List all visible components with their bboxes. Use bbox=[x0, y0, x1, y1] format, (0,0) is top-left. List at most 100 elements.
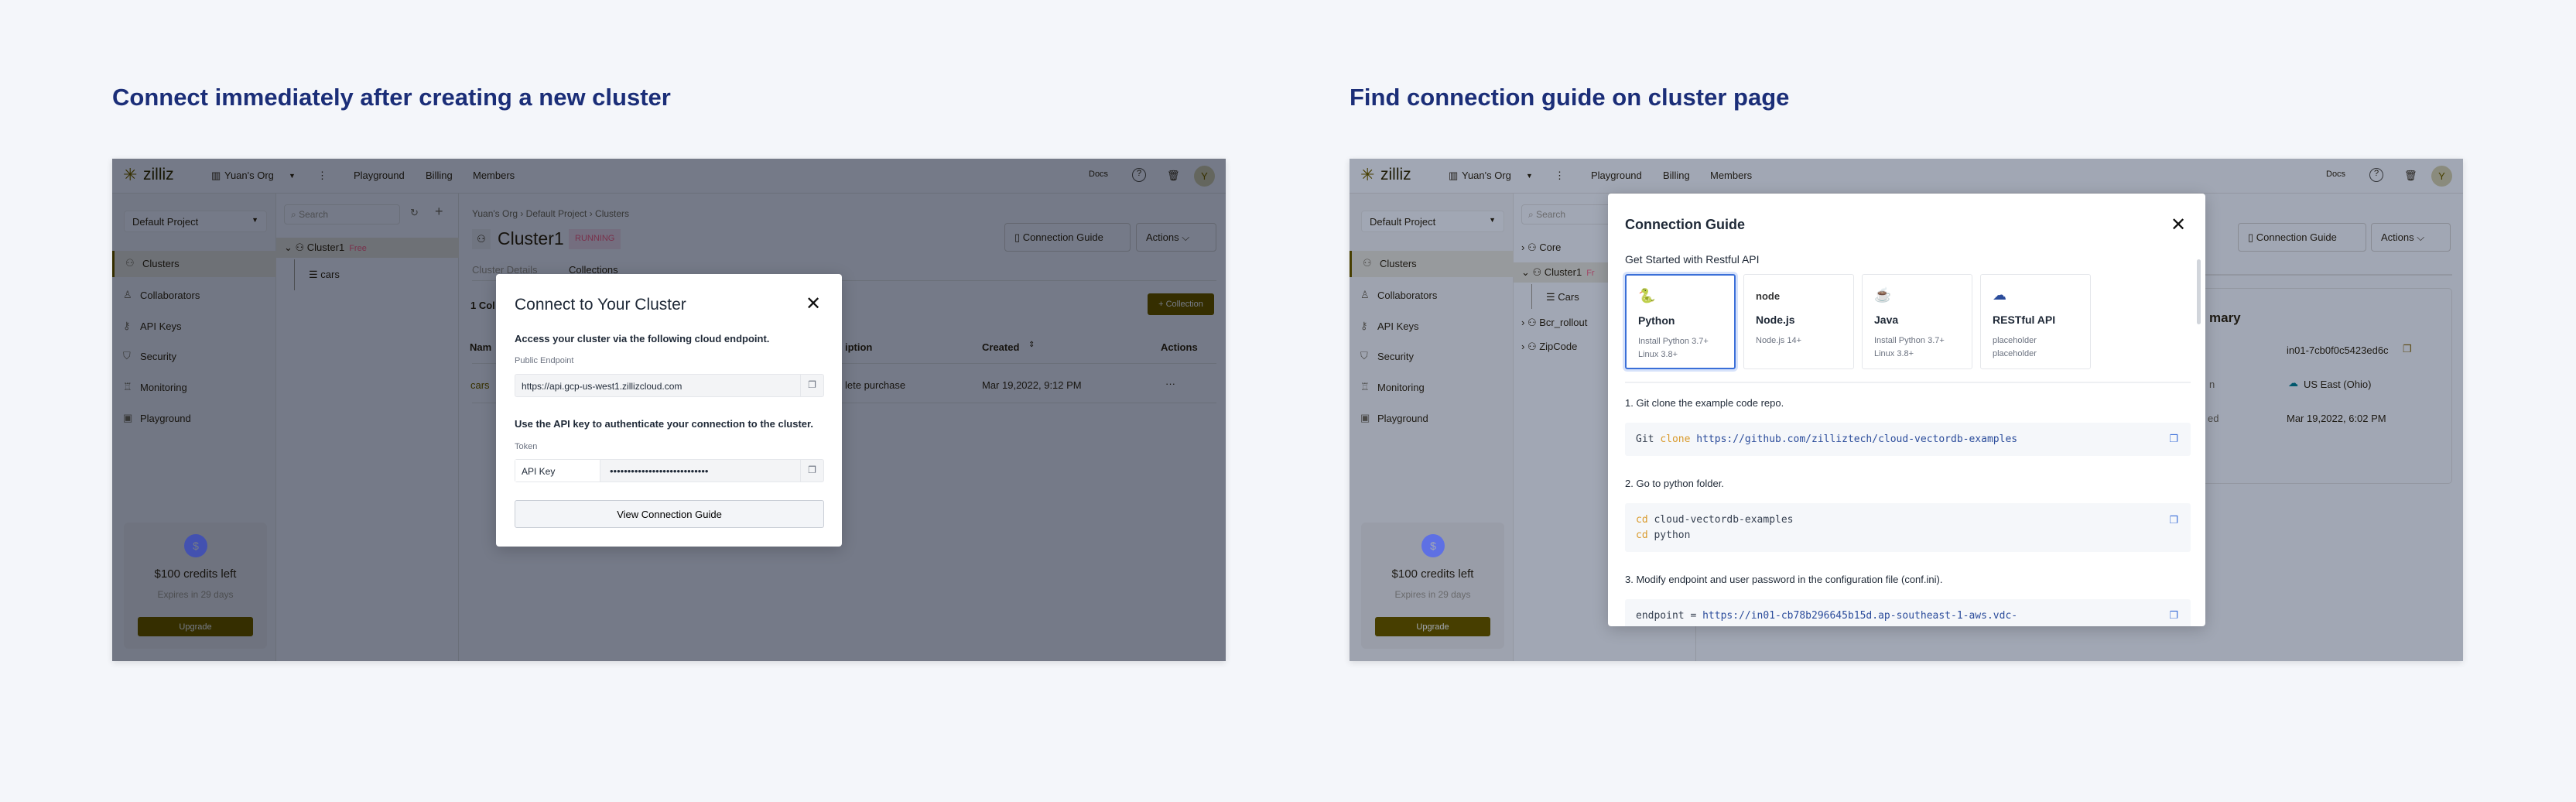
project-selector[interactable]: Default Project ▼ bbox=[124, 211, 267, 232]
tree-item-label: cars bbox=[320, 269, 340, 280]
endpoint-label: Public Endpoint bbox=[515, 356, 574, 365]
top-bar: ✳ zilliz ▥ Yuan's Org ▼ ⋮ Playground Bil… bbox=[1350, 159, 2463, 194]
view-connection-guide-button[interactable]: View Connection Guide bbox=[515, 500, 824, 528]
collection-link[interactable]: cars bbox=[470, 379, 490, 391]
more-actions-icon[interactable]: ··· bbox=[1165, 378, 1175, 389]
tree-item-cluster1[interactable]: ⌄ ⚇ Cluster1 Free bbox=[276, 238, 459, 258]
card-name: Node.js bbox=[1756, 314, 1795, 326]
breadcrumb: Yuan's Org › Default Project › Clusters bbox=[472, 208, 630, 219]
sidebar-item-label: Clusters bbox=[1380, 258, 1417, 269]
help-icon[interactable]: ? bbox=[1132, 168, 1146, 182]
close-icon[interactable]: ✕ bbox=[2171, 214, 2186, 236]
section-heading-right: Find connection guide on cluster page bbox=[1350, 84, 1790, 111]
nav-playground[interactable]: Playground bbox=[354, 170, 405, 181]
sidebar-item-playground[interactable]: ▣ Playground bbox=[112, 406, 276, 432]
connection-guide-button[interactable]: ▯ Connection Guide bbox=[1004, 223, 1131, 252]
sidebar-item-label: Security bbox=[1377, 351, 1414, 362]
logo[interactable]: zilliz bbox=[143, 166, 174, 184]
card-name: RESTful API bbox=[1993, 314, 2056, 326]
more-icon[interactable]: ⋮ bbox=[1555, 170, 1565, 182]
coin-icon: $ bbox=[1421, 534, 1445, 557]
token-type-select[interactable]: API Key bbox=[515, 460, 600, 482]
trash-icon[interactable]: 🗑 bbox=[1167, 170, 1180, 182]
sidebar-item-label: Playground bbox=[1377, 413, 1428, 424]
trash-icon[interactable]: 🗑 bbox=[2404, 170, 2417, 182]
sidebar-item-label: Security bbox=[140, 351, 176, 362]
step-3: 3. Modify endpoint and user password in … bbox=[1625, 574, 1943, 585]
logo[interactable]: zilliz bbox=[1380, 166, 1411, 184]
sidebar-item-collaborators[interactable]: ♙ Collaborators bbox=[112, 283, 276, 309]
project-selector[interactable]: Default Project ▼ bbox=[1361, 211, 1504, 232]
sidebar-item-collaborators[interactable]: ♙ Collaborators bbox=[1350, 283, 1514, 309]
section-heading-left: Connect immediately after creating a new… bbox=[112, 84, 671, 111]
python-icon: 🐍 bbox=[1638, 288, 1656, 303]
refresh-icon[interactable]: ↻ bbox=[410, 207, 419, 219]
nav-billing[interactable]: Billing bbox=[426, 170, 453, 181]
button-label: Connection Guide bbox=[1022, 231, 1103, 243]
copy-icon[interactable]: ❐ bbox=[2403, 343, 2412, 355]
book-icon: ▯ bbox=[1014, 231, 1023, 243]
card-desc: Node.js 14+ bbox=[1756, 336, 1802, 345]
actions-button[interactable]: Actions ⌵ bbox=[2371, 223, 2451, 252]
building-icon: ▥ bbox=[1449, 170, 1459, 181]
tree-item-cars[interactable]: ☰ cars bbox=[276, 265, 459, 285]
copy-icon[interactable]: ❐ bbox=[2169, 433, 2178, 445]
sidebar-item-api-keys[interactable]: ⚷ API Keys bbox=[1350, 314, 1514, 340]
language-card-nodejs[interactable]: node Node.js Node.js 14+ bbox=[1743, 274, 1854, 369]
sidebar-item-security[interactable]: ⛉ Security bbox=[1350, 344, 1514, 370]
api-cloud-icon: ☁ bbox=[1993, 287, 2006, 303]
endpoint-value: https://api.gcp-us-west1.zillizcloud.com bbox=[522, 381, 682, 392]
endpoint-field[interactable]: https://api.gcp-us-west1.zillizcloud.com… bbox=[515, 374, 824, 397]
scrollbar[interactable] bbox=[2197, 259, 2201, 324]
collection-description: lete purchase bbox=[845, 379, 906, 391]
more-icon[interactable]: ⋮ bbox=[317, 170, 327, 182]
close-icon[interactable]: ✕ bbox=[806, 293, 821, 315]
nav-billing[interactable]: Billing bbox=[1663, 170, 1690, 181]
endpoint-description: Access your cluster via the following cl… bbox=[515, 333, 770, 344]
tree-search-input[interactable]: ⌕ Search bbox=[284, 204, 400, 224]
sort-icon[interactable]: ⇕ bbox=[1028, 341, 1035, 349]
add-collection-button[interactable]: + Collection bbox=[1148, 293, 1214, 315]
sidebar-item-api-keys[interactable]: ⚷ API Keys bbox=[112, 314, 276, 340]
org-selector[interactable]: Yuan's Org bbox=[224, 170, 274, 181]
column-header-description: iption bbox=[845, 341, 873, 353]
nav-members[interactable]: Members bbox=[1710, 170, 1752, 181]
org-selector[interactable]: Yuan's Org bbox=[1462, 170, 1511, 181]
docs-link[interactable]: Docs bbox=[2326, 170, 2345, 179]
copy-icon[interactable]: ❐ bbox=[2169, 609, 2178, 622]
actions-button[interactable]: Actions ⌵ bbox=[1136, 223, 1216, 252]
token-label: Token bbox=[515, 442, 538, 451]
collection-icon: ☰ bbox=[309, 269, 321, 280]
nav-members[interactable]: Members bbox=[473, 170, 515, 181]
chevron-down-icon: ⌵ bbox=[1182, 231, 1190, 243]
upgrade-button[interactable]: Upgrade bbox=[138, 617, 253, 636]
docs-link[interactable]: Docs bbox=[1089, 170, 1108, 179]
help-icon[interactable]: ? bbox=[2369, 168, 2383, 182]
sidebar-item-monitoring[interactable]: ♖ Monitoring bbox=[1350, 375, 1514, 401]
language-card-java[interactable]: ☕ Java Install Python 3.7+ Linux 3.8+ bbox=[1862, 274, 1972, 369]
tree-item-label: Cluster1 bbox=[1544, 266, 1582, 278]
sidebar-item-clusters[interactable]: ⚇ Clusters bbox=[112, 251, 276, 277]
sidebar-item-security[interactable]: ⛉ Security bbox=[112, 344, 276, 370]
copy-icon[interactable]: ❐ bbox=[800, 460, 823, 482]
upgrade-button[interactable]: Upgrade bbox=[1375, 617, 1490, 636]
chevron-down-icon: ⌄ ⚇ bbox=[1521, 266, 1545, 278]
sidebar-item-clusters[interactable]: ⚇ Clusters bbox=[1350, 251, 1514, 277]
column-header-created[interactable]: Created bbox=[982, 341, 1019, 353]
connection-guide-button[interactable]: ▯ Connection Guide bbox=[2238, 223, 2366, 252]
token-field[interactable]: API Key •••••••••••••••••••••••••••• ❐ bbox=[515, 459, 824, 482]
copy-icon[interactable]: ❐ bbox=[2169, 512, 2178, 528]
coin-icon: $ bbox=[184, 534, 207, 557]
search-icon: ⌕ bbox=[1528, 209, 1537, 220]
avatar[interactable]: Y bbox=[1194, 166, 1215, 187]
sidebar-item-playground[interactable]: ▣ Playground bbox=[1350, 406, 1514, 432]
token-description: Use the API key to authenticate your con… bbox=[515, 418, 813, 430]
language-card-restful-api[interactable]: ☁ RESTful API placeholder placeholder bbox=[1980, 274, 2091, 369]
copy-icon[interactable]: ❐ bbox=[800, 375, 823, 396]
language-card-python[interactable]: 🐍 Python Install Python 3.7+ Linux 3.8+ bbox=[1625, 274, 1736, 369]
avatar[interactable]: Y bbox=[2431, 166, 2452, 187]
column-header-name: Nam bbox=[470, 341, 492, 353]
sidebar-item-monitoring[interactable]: ♖ Monitoring bbox=[112, 375, 276, 401]
nav-playground[interactable]: Playground bbox=[1591, 170, 1642, 181]
plus-icon[interactable]: + bbox=[435, 204, 443, 220]
